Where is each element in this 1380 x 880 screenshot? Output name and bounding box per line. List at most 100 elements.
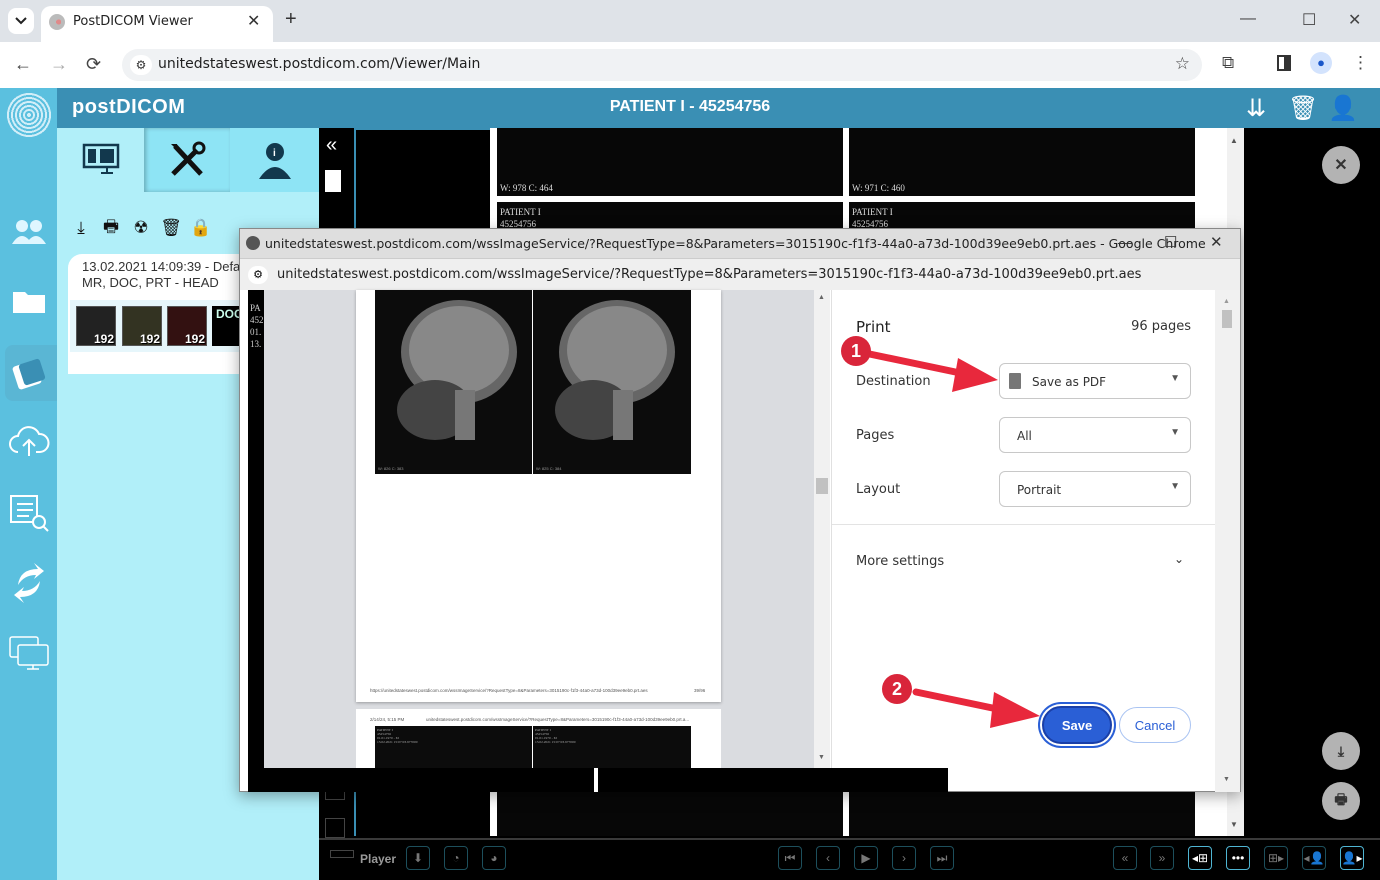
sort-list-icon[interactable]: ⇊ (1246, 94, 1266, 123)
popup-minimize-icon[interactable]: — (1118, 234, 1132, 250)
address-bar[interactable]: ⚙ unitedstateswest.postdicom.com/Viewer/… (122, 49, 1202, 81)
chrome-menu-icon[interactable]: ⋮ (1352, 53, 1369, 73)
play-icon[interactable]: ▶ (854, 846, 878, 870)
svg-text:i: i (273, 148, 276, 159)
sync-icon[interactable] (8, 562, 50, 604)
destination-select[interactable]: Save as PDF ▼ (999, 363, 1191, 399)
download-icon[interactable]: ⤓ (72, 218, 90, 238)
tab-tools[interactable] (144, 128, 230, 192)
series-thumbnail[interactable]: 192 (167, 306, 207, 346)
layout-3col-icon[interactable] (325, 818, 345, 838)
next-patient-icon[interactable]: 👤▸ (1340, 846, 1364, 870)
folder-icon[interactable] (8, 280, 50, 322)
browser-tab[interactable]: PostDICOM Viewer ✕ (41, 6, 273, 42)
scroll-up-icon[interactable]: ▲ (1230, 136, 1238, 145)
layout-select[interactable]: Portrait ▼ (999, 471, 1191, 507)
extensions-icon[interactable]: ⧉ (1222, 53, 1234, 73)
last-frame-icon[interactable]: ⏭ (930, 846, 954, 870)
screen-share-icon[interactable] (8, 632, 50, 674)
scroll-up-icon[interactable]: ▲ (818, 294, 825, 301)
address-url[interactable]: unitedstateswest.postdicom.com/Viewer/Ma… (158, 56, 480, 72)
player-download-icon[interactable]: ⬇ (406, 846, 430, 870)
next-frame-icon[interactable]: › (892, 846, 916, 870)
popup-titlebar: unitedstateswest.postdicom.com/wssImageS… (240, 229, 1240, 258)
page-count: 96 pages (1131, 319, 1191, 334)
popup-url: unitedstateswest.postdicom.com/wssImageS… (277, 267, 1142, 282)
tab-patient-info[interactable]: i (230, 128, 319, 192)
scroll-down-icon[interactable]: ▼ (818, 754, 825, 761)
popup-close-icon[interactable]: ✕ (1210, 233, 1223, 251)
prev-frame-icon[interactable]: ‹ (816, 846, 840, 870)
next-layout-icon[interactable]: ⊞▸ (1264, 846, 1288, 870)
more-options-icon[interactable]: ••• (1226, 846, 1250, 870)
bookmark-star-icon[interactable]: ☆ (1175, 54, 1190, 74)
image-count: 192 (93, 332, 114, 346)
patient-title: PATIENT I - 45254756 (609, 98, 771, 115)
minimize-icon[interactable]: — (1240, 10, 1256, 28)
scroll-thumb[interactable] (1222, 310, 1232, 328)
first-frame-icon[interactable]: ⏮ (778, 846, 802, 870)
page-number: 39/96 (694, 688, 706, 693)
popup-title: unitedstateswest.postdicom.com/wssImageS… (265, 236, 1206, 251)
new-tab-button[interactable]: + (285, 8, 297, 31)
close-window-icon[interactable]: ✕ (1348, 10, 1361, 30)
back-icon[interactable]: ← (14, 54, 32, 75)
peek-text: 01. (250, 327, 262, 337)
recycle-bin-icon[interactable]: 🗑 (1288, 94, 1318, 123)
speed-up-icon[interactable]: ◕ (482, 846, 506, 870)
patients-icon[interactable] (8, 210, 50, 252)
lock-icon[interactable]: 🔒 (190, 218, 211, 238)
prev-series-icon[interactable]: « (1113, 846, 1137, 870)
collapse-panel-icon[interactable]: « (326, 134, 337, 157)
print-icon[interactable]: 🖶 (102, 217, 120, 238)
scroll-thumb[interactable] (816, 478, 828, 494)
prev-layout-icon[interactable]: ◂⊞ (1188, 846, 1212, 870)
more-settings-label[interactable]: More settings (856, 554, 944, 569)
profile-avatar-icon[interactable]: ● (1310, 52, 1332, 74)
document-view-icon[interactable] (325, 170, 341, 192)
layout-value: Portrait (1017, 483, 1062, 497)
speed-down-icon[interactable]: ◔ (444, 846, 468, 870)
side-panel-icon[interactable] (1277, 55, 1291, 71)
scroll-down-icon[interactable]: ▼ (1223, 776, 1230, 783)
image-count: 192 (184, 332, 205, 346)
popup-maximize-icon[interactable]: ☐ (1164, 233, 1177, 251)
scroll-up-icon[interactable]: ▲ (1223, 298, 1230, 305)
close-viewer-button[interactable]: ✕ (1322, 146, 1360, 184)
doc-thumbnail[interactable]: DOC (212, 306, 243, 346)
prev-patient-icon[interactable]: ◂👤 (1302, 846, 1326, 870)
tab-search-button[interactable] (8, 8, 34, 34)
popup-address-bar: ⚙ unitedstateswest.postdicom.com/wssImag… (240, 258, 1240, 290)
delete-icon[interactable]: 🗑 (160, 218, 182, 238)
user-account-icon[interactable]: 👤 (1328, 94, 1358, 123)
document-cell: W: 978 C: 464 (497, 128, 843, 196)
series-thumbnail[interactable]: 192 (76, 306, 116, 346)
tab-close-icon[interactable]: ✕ (247, 11, 260, 31)
patient-name: PATIENT I (852, 207, 893, 217)
series-thumbnail[interactable]: 192 (122, 306, 162, 346)
viewer-right-area (1244, 128, 1380, 836)
maximize-icon[interactable]: ☐ (1302, 10, 1316, 30)
settings-scrollbar[interactable]: ▲ ▼ (1215, 290, 1240, 792)
cancel-button[interactable]: Cancel (1119, 707, 1191, 743)
next-series-icon[interactable]: » (1150, 846, 1174, 870)
site-info-icon[interactable]: ⚙ (130, 55, 152, 75)
anonymize-icon[interactable]: ☢ (132, 218, 150, 238)
search-list-icon[interactable] (8, 492, 50, 534)
scroll-down-icon[interactable]: ▼ (1230, 820, 1238, 829)
reload-icon[interactable]: ⟳ (86, 54, 101, 75)
cloud-upload-icon[interactable] (8, 420, 50, 462)
download-button[interactable]: ⤓ (1322, 732, 1360, 770)
peek-text: 13. (250, 339, 262, 349)
print-button[interactable]: 🖶 (1322, 782, 1360, 820)
tab-viewer[interactable] (57, 128, 144, 192)
site-info-icon[interactable]: ⚙ (248, 266, 268, 284)
layout-rows-icon[interactable] (330, 850, 354, 858)
save-button[interactable]: Save (1042, 706, 1112, 744)
pages-label: Pages (856, 428, 895, 443)
forward-icon[interactable]: → (50, 54, 68, 75)
preview-scrollbar[interactable]: ▲ ▼ (814, 290, 830, 768)
viewer-studies-icon[interactable] (8, 352, 50, 394)
chevron-down-icon[interactable]: ⌄ (1174, 552, 1184, 566)
pages-select[interactable]: All ▼ (999, 417, 1191, 453)
